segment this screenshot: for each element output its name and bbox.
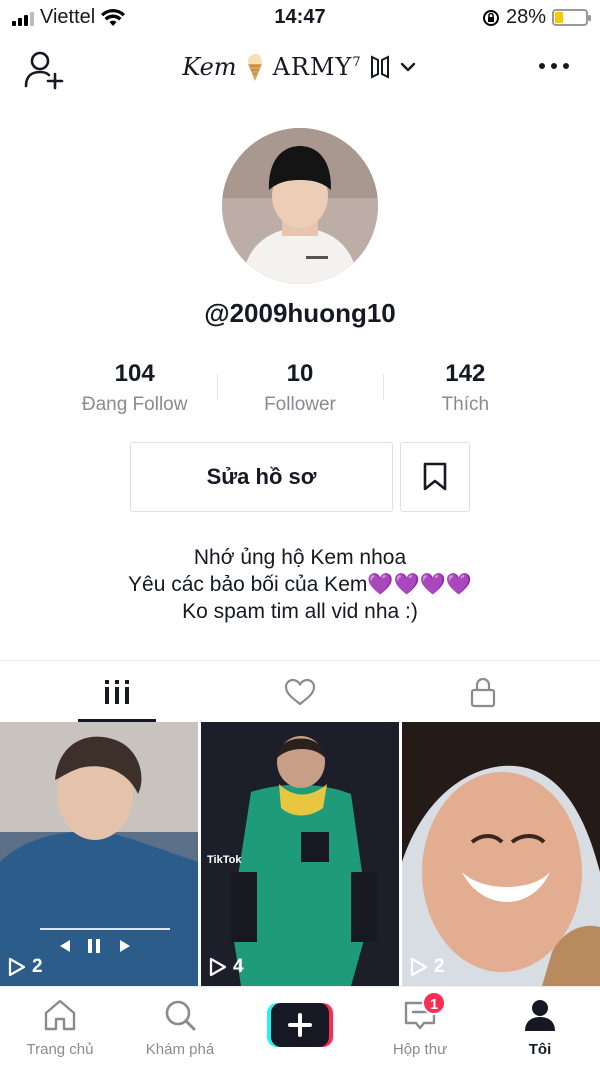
bio-line-3: Ko spam tim all vid nha :) <box>182 600 418 623</box>
army-superscript: 7 <box>352 55 362 70</box>
tiktok-watermark: TikTok <box>207 854 242 866</box>
view-count-text: 4 <box>233 956 244 977</box>
video-thumbnail-3[interactable]: 2 <box>402 722 600 986</box>
profile-stats: 104 Đang Follow 10 Follower 142 Thích <box>52 360 548 420</box>
play-icon <box>209 957 227 977</box>
bio-line-2: Yêu các bảo bối của Kem💜💜💜💜 <box>128 573 472 596</box>
likes-count: 142 <box>445 360 486 387</box>
liked-icon <box>284 678 316 706</box>
tab-videos[interactable] <box>17 661 217 723</box>
video-thumbnail-1[interactable]: 2 <box>0 722 198 986</box>
bio-line-1: Nhớ ủng hộ Kem nhoa <box>193 546 407 569</box>
account-switcher[interactable]: Kem ARMY7 <box>0 52 600 82</box>
video-thumbnail-2[interactable]: TikTok 4 <box>201 722 399 986</box>
nav-home-label: Trang chủ <box>26 1041 94 1058</box>
bottom-navigation: Trang chủ Khám phá 1 Hộp thư Tôi <box>0 986 600 1067</box>
home-icon <box>44 999 76 1031</box>
tab-liked[interactable] <box>200 661 400 723</box>
likes-label: Thích <box>441 394 490 415</box>
nav-discover[interactable]: Khám phá <box>120 997 240 1058</box>
following-label: Đang Follow <box>81 394 188 415</box>
edit-profile-button[interactable]: Sửa hồ sơ <box>130 442 393 512</box>
nav-discover-label: Khám phá <box>145 1041 215 1058</box>
view-count: 2 <box>8 956 43 978</box>
followers-stat[interactable]: 10 Follower <box>217 360 382 420</box>
nav-inbox[interactable]: 1 Hộp thư <box>360 991 480 1058</box>
play-icon <box>8 957 26 977</box>
bio: Nhớ ủng hộ Kem nhoa Yêu các bảo bối của … <box>0 544 600 625</box>
inbox-badge: 1 <box>422 991 446 1015</box>
avatar[interactable] <box>222 128 378 284</box>
nav-inbox-label: Hộp thư <box>392 1041 448 1058</box>
rotation-lock-icon <box>482 9 499 26</box>
battery-icon <box>552 9 591 26</box>
likes-stat[interactable]: 142 Thích <box>382 360 548 420</box>
followers-label: Follower <box>264 394 336 415</box>
view-count: 2 <box>410 956 445 978</box>
profile-icon <box>525 1000 555 1031</box>
view-count-text: 2 <box>32 956 43 977</box>
army-text: ARMY <box>272 53 353 81</box>
username: @2009huong10 <box>204 298 396 328</box>
battery-level <box>555 12 564 23</box>
header-name: Kem <box>182 53 237 81</box>
video-grid: 2 TikTok 4 2 <box>0 722 600 986</box>
status-bar: Viettel 14:47 28% <box>0 0 600 34</box>
more-options-icon[interactable] <box>534 54 574 78</box>
nav-home[interactable]: Trang chủ <box>0 997 120 1058</box>
chevron-down-icon <box>400 62 415 72</box>
status-right: 28% <box>482 6 591 29</box>
ice-cream-icon <box>247 54 262 81</box>
header-army: ARMY7 <box>273 53 362 81</box>
play-icon <box>410 957 428 977</box>
profile-tabs <box>0 660 600 722</box>
videos-icon <box>105 680 129 704</box>
create-button[interactable] <box>267 1003 333 1047</box>
army-logo-icon <box>370 55 389 79</box>
following-stat[interactable]: 104 Đang Follow <box>52 360 217 420</box>
tab-private[interactable] <box>383 661 583 723</box>
following-count: 104 <box>114 360 155 387</box>
battery-percent: 28% <box>505 6 546 28</box>
profile-header: Kem ARMY7 <box>0 40 600 96</box>
view-count: 4 <box>209 956 244 978</box>
followers-count: 10 <box>286 360 314 387</box>
bookmark-icon <box>423 462 447 491</box>
view-count-text: 2 <box>434 956 445 977</box>
nav-me-label: Tôi <box>528 1041 552 1058</box>
favorites-button[interactable] <box>400 442 470 512</box>
nav-me[interactable]: Tôi <box>480 997 600 1058</box>
private-icon <box>470 677 496 708</box>
search-icon <box>165 1000 196 1031</box>
